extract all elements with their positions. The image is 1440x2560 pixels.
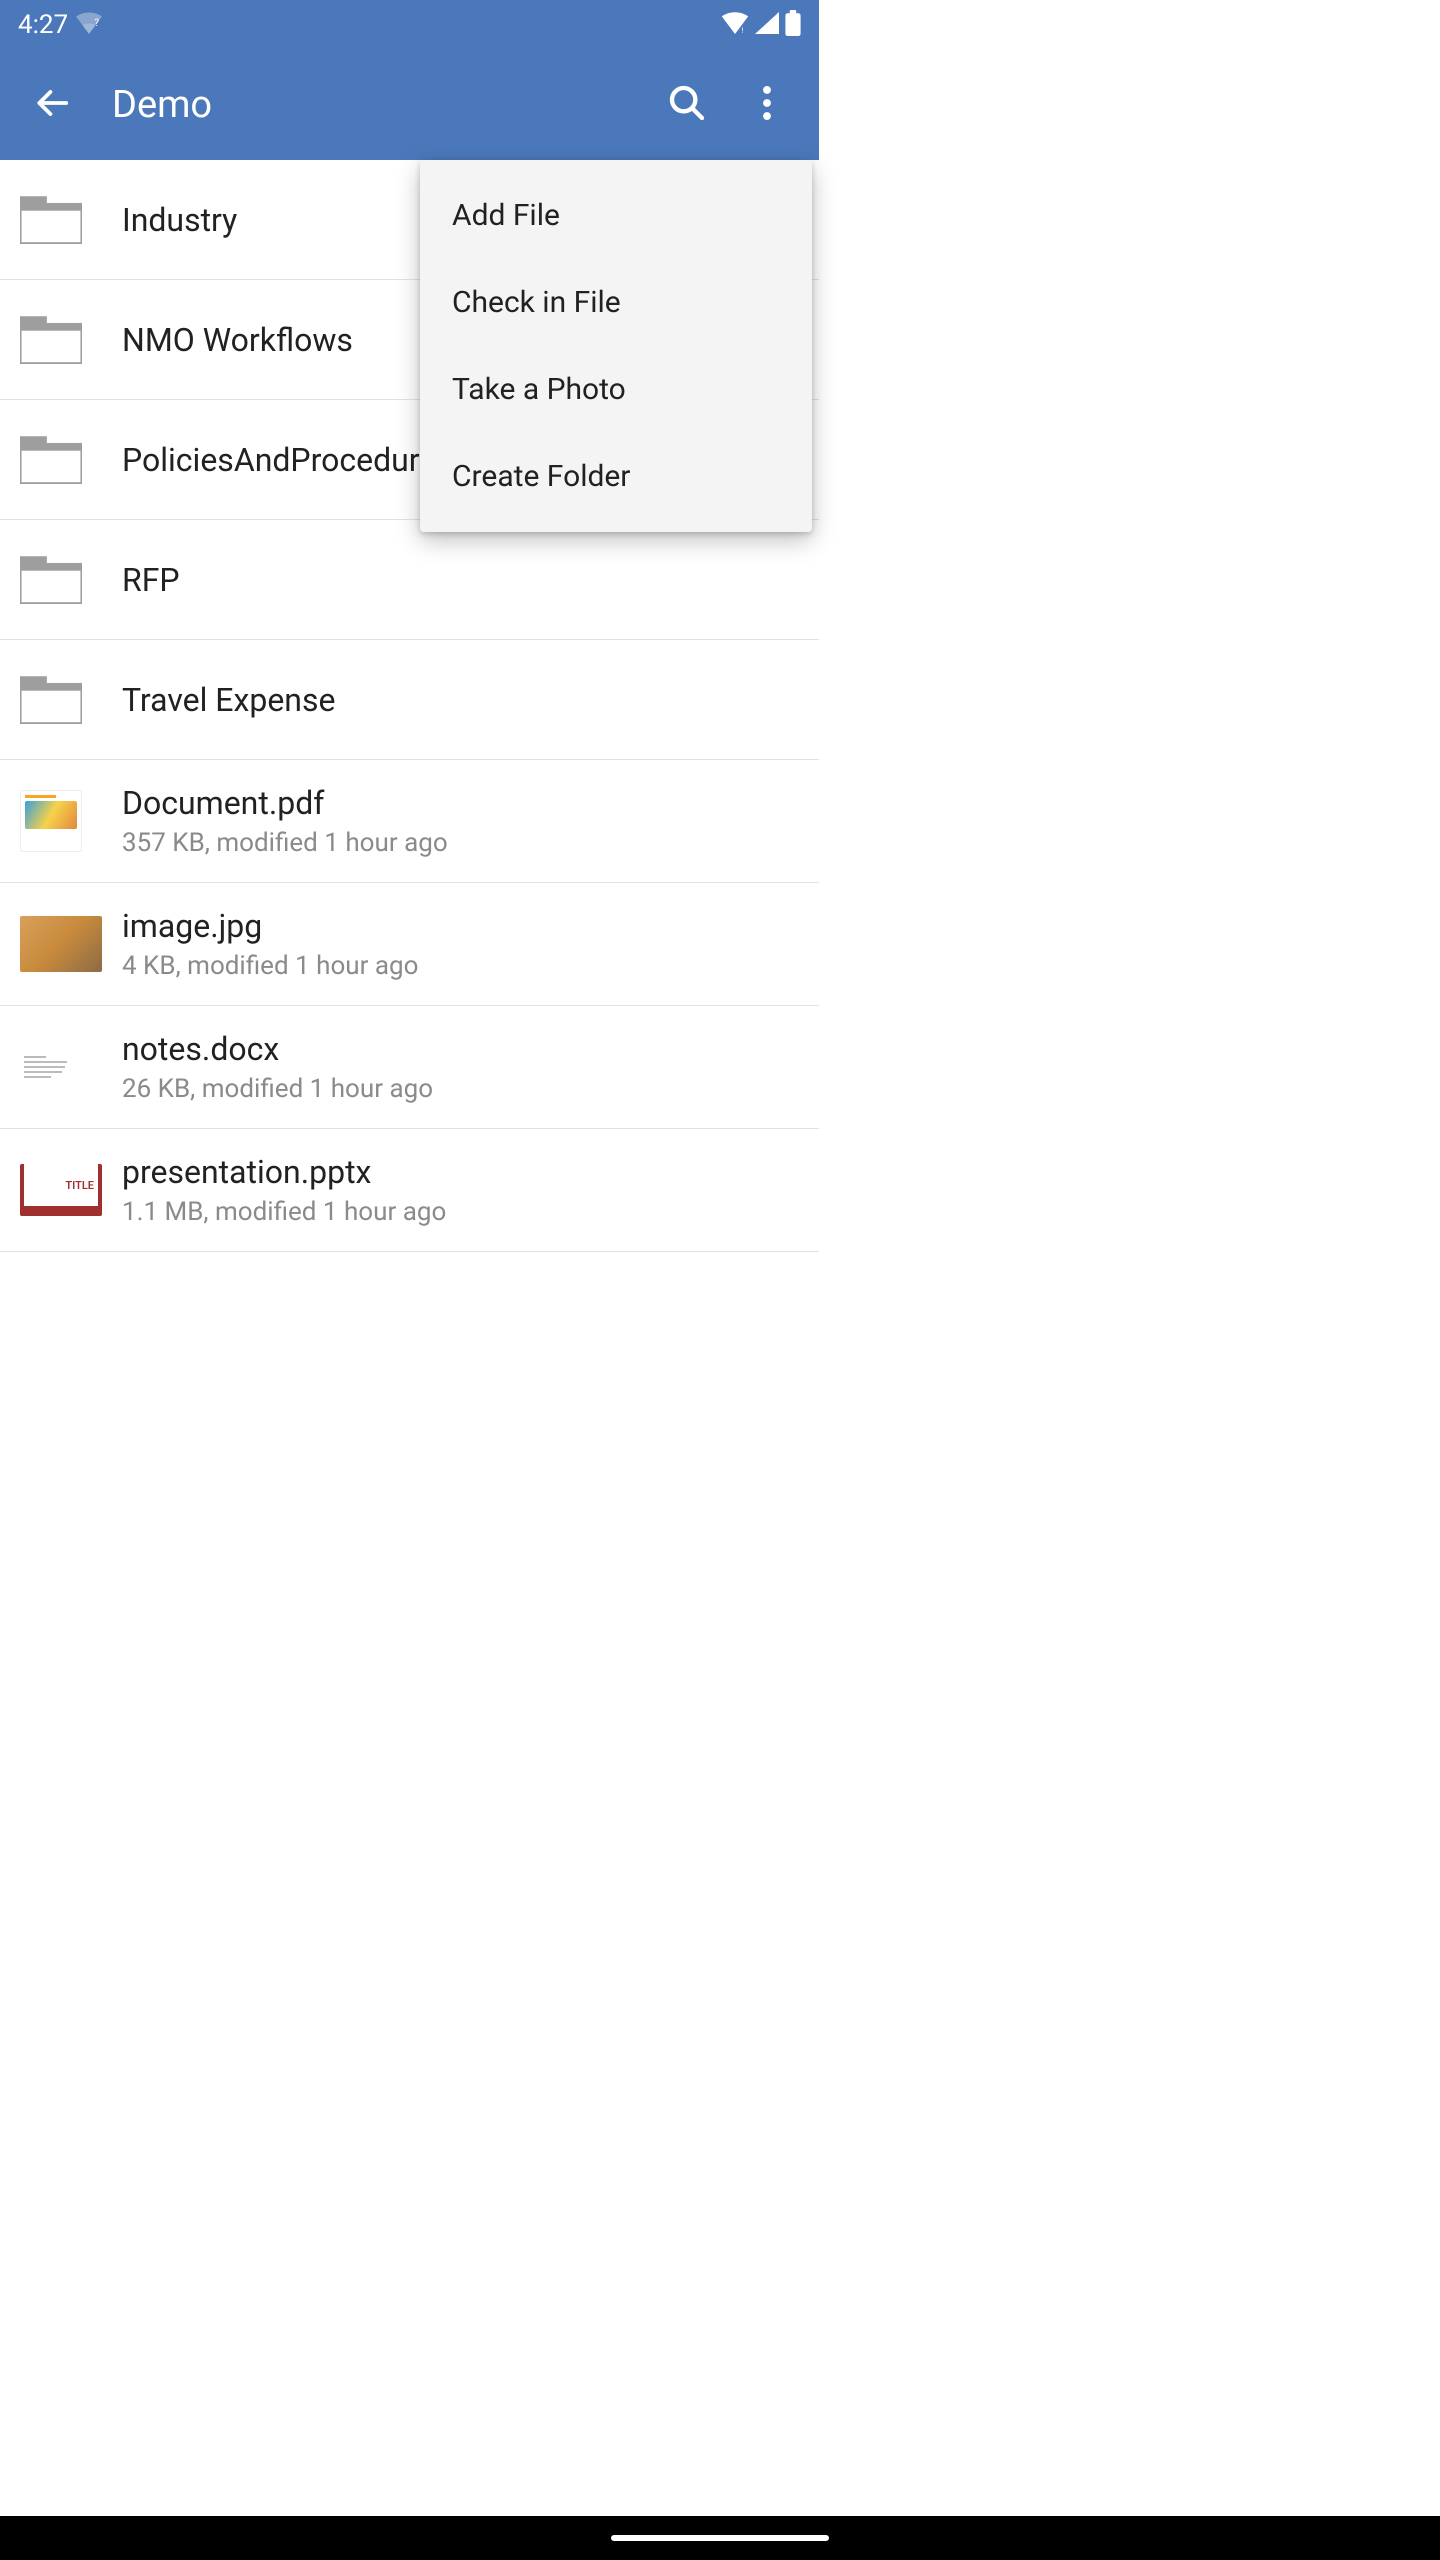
folder-icon <box>20 436 82 484</box>
status-left: 4:27 ? <box>18 10 102 40</box>
folder-row[interactable]: Travel Expense <box>0 640 819 760</box>
file-row[interactable]: notes.docx 26 KB, modified 1 hour ago <box>0 1006 819 1129</box>
file-row[interactable]: TITLE presentation.pptx 1.1 MB, modified… <box>0 1129 819 1252</box>
file-meta: 357 KB, modified 1 hour ago <box>122 828 448 858</box>
folder-name: PoliciesAndProcedures <box>122 441 453 479</box>
folder-name: NMO Workflows <box>122 321 353 359</box>
file-meta: 4 KB, modified 1 hour ago <box>122 951 418 981</box>
folder-icon <box>20 196 82 244</box>
wifi-icon: ! <box>721 12 749 38</box>
folder-row[interactable]: RFP <box>0 520 819 640</box>
svg-text:!: ! <box>742 26 744 34</box>
menu-item-take-a-photo[interactable]: Take a Photo <box>420 346 812 433</box>
svg-text:?: ? <box>95 18 100 29</box>
back-button[interactable] <box>12 65 92 145</box>
status-time: 4:27 <box>18 10 68 40</box>
file-thumbnail-icon <box>20 1036 82 1098</box>
arrow-back-icon <box>33 84 71 126</box>
file-meta: 1.1 MB, modified 1 hour ago <box>122 1197 446 1227</box>
file-name: Document.pdf <box>122 784 448 822</box>
file-name: image.jpg <box>122 907 418 945</box>
menu-item-create-folder[interactable]: Create Folder <box>420 433 812 520</box>
thumbnail-text: TITLE <box>65 1179 94 1192</box>
status-right: ! <box>721 10 801 40</box>
file-thumbnail-icon: TITLE <box>20 1164 102 1216</box>
folder-name: Industry <box>122 201 237 239</box>
overflow-menu: Add File Check in File Take a Photo Crea… <box>420 160 812 532</box>
nav-pill[interactable] <box>611 2535 829 2541</box>
status-bar: 4:27 ? ! <box>0 0 819 50</box>
file-name: notes.docx <box>122 1030 433 1068</box>
file-thumbnail-icon <box>20 916 102 972</box>
file-row[interactable]: Document.pdf 357 KB, modified 1 hour ago <box>0 760 819 883</box>
more-vert-icon <box>763 86 771 124</box>
overflow-menu-button[interactable] <box>727 65 807 145</box>
menu-item-add-file[interactable]: Add File <box>420 172 812 259</box>
search-icon <box>667 83 707 127</box>
folder-icon <box>20 556 82 604</box>
file-row[interactable]: image.jpg 4 KB, modified 1 hour ago <box>0 883 819 1006</box>
folder-icon <box>20 316 82 364</box>
file-name: presentation.pptx <box>122 1153 446 1191</box>
file-thumbnail-icon <box>20 790 82 852</box>
system-nav-bar <box>0 2516 1440 2560</box>
folder-name: RFP <box>122 561 180 599</box>
folder-icon <box>20 676 82 724</box>
menu-item-check-in-file[interactable]: Check in File <box>420 259 812 346</box>
folder-name: Travel Expense <box>122 681 335 719</box>
app-bar: Demo <box>0 50 819 160</box>
search-button[interactable] <box>647 65 727 145</box>
page-title: Demo <box>112 83 647 127</box>
file-meta: 26 KB, modified 1 hour ago <box>122 1074 433 1104</box>
wifi-weak-icon: ? <box>76 12 102 38</box>
battery-icon <box>785 10 801 40</box>
cell-signal-icon <box>755 12 779 38</box>
